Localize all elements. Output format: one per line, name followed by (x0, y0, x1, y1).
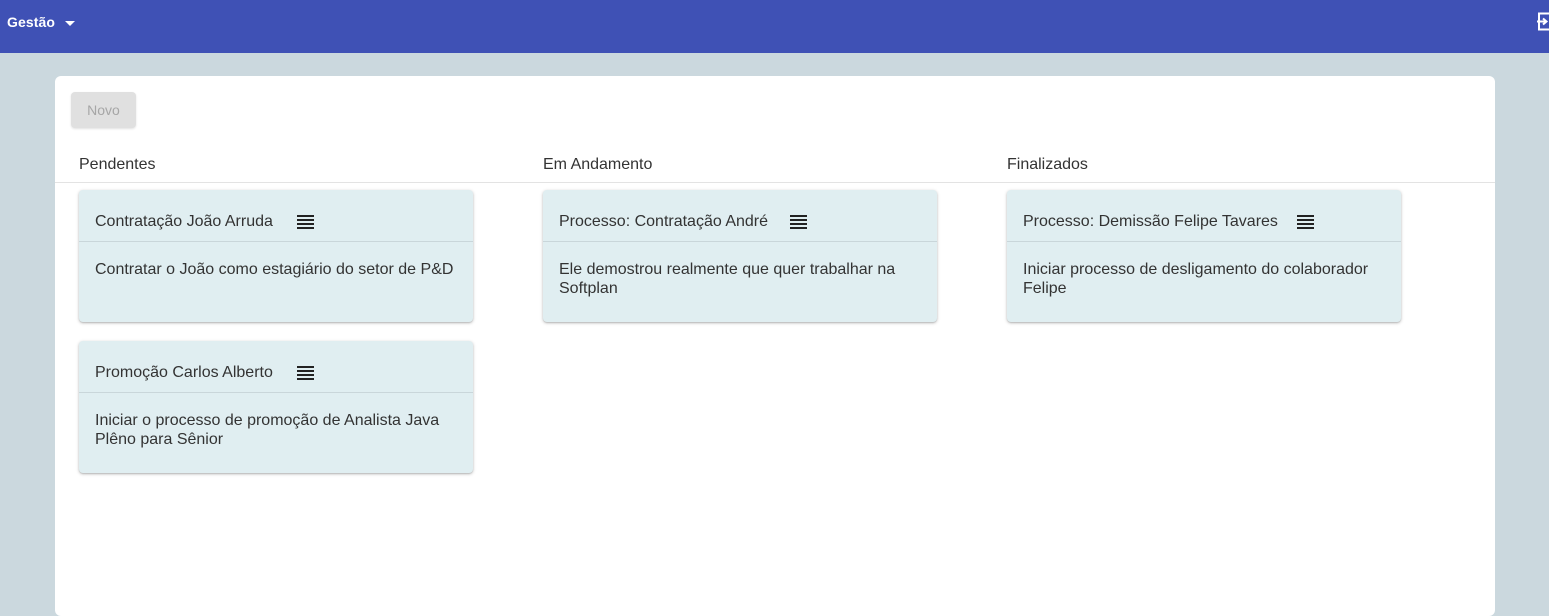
list-lines-icon[interactable] (297, 214, 314, 230)
gestao-menu-label: Gestão (7, 14, 56, 30)
card-title: Contratação João Arruda (95, 213, 273, 230)
column-divider (55, 182, 1495, 183)
card-description: Contratar o João como estagiário do seto… (95, 261, 454, 278)
column-title-em-andamento: Em Andamento (543, 156, 653, 173)
list-lines-icon[interactable] (790, 214, 807, 230)
process-card[interactable]: Processo: Demissão Felipe Tavares Inicia… (1007, 190, 1401, 322)
process-card[interactable]: Processo: Contratação André Ele demostro… (543, 190, 937, 322)
card-header: Processo: Demissão Felipe Tavares (1007, 190, 1401, 242)
column-title-finalizados: Finalizados (1007, 156, 1088, 173)
arrow-drop-down-icon (65, 20, 76, 26)
column-title-pendentes: Pendentes (79, 156, 156, 173)
card-description: Iniciar processo de desligamento do cola… (1023, 261, 1369, 297)
process-card[interactable]: Promoção Carlos Alberto Iniciar o proces… (79, 341, 473, 473)
card-title: Promoção Carlos Alberto (95, 364, 273, 381)
card-description: Iniciar o processo de promoção de Analis… (95, 412, 440, 448)
top-app-bar: Gestão (0, 0, 1549, 53)
card-title: Processo: Demissão Felipe Tavares (1023, 213, 1278, 230)
card-header: Contratação João Arruda (79, 190, 473, 242)
list-lines-icon[interactable] (1297, 214, 1314, 230)
gestao-menu[interactable]: Gestão (7, 13, 76, 31)
card-header: Processo: Contratação André (543, 190, 937, 242)
card-header: Promoção Carlos Alberto (79, 341, 473, 393)
list-lines-icon[interactable] (297, 365, 314, 381)
exit-to-app-icon[interactable] (1536, 12, 1549, 32)
process-card[interactable]: Contratação João Arruda Contratar o João… (79, 190, 473, 322)
card-title: Processo: Contratação André (559, 213, 769, 230)
card-description: Ele demostrou realmente que quer trabalh… (559, 261, 896, 297)
new-button[interactable]: Novo (71, 92, 136, 128)
board-panel: Novo Pendentes Em Andamento Finalizados … (55, 76, 1495, 616)
